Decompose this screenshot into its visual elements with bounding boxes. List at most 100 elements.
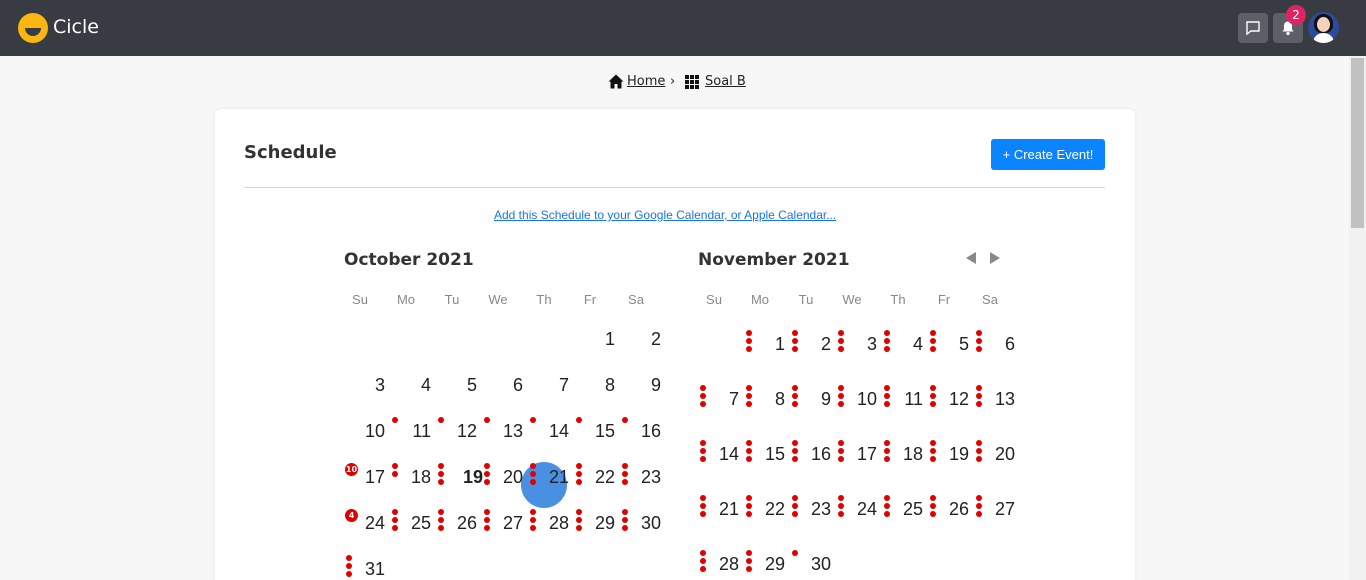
- calendar-day[interactable]: 13: [483, 421, 523, 442]
- event-dot: [884, 330, 890, 336]
- calendar-day[interactable]: 23: [791, 499, 831, 520]
- calendar-day[interactable]: 27: [975, 499, 1015, 520]
- calendar-day[interactable]: 27: [483, 513, 523, 534]
- calendar-day[interactable]: 14: [529, 421, 569, 442]
- event-dot: [976, 456, 982, 462]
- event-dot: [576, 417, 582, 423]
- calendar-day[interactable]: 5: [437, 375, 477, 396]
- event-dot: [346, 555, 352, 561]
- cicle-logo-icon[interactable]: [18, 13, 48, 43]
- calendar-day[interactable]: 5: [929, 334, 969, 355]
- calendar-day[interactable]: 15: [745, 444, 785, 465]
- calendar-day[interactable]: 30: [791, 554, 831, 575]
- calendar-day[interactable]: 9: [791, 389, 831, 410]
- calendar-day[interactable]: 15: [575, 421, 615, 442]
- event-count-badge: 4: [345, 509, 358, 522]
- calendar-day[interactable]: 16: [621, 421, 661, 442]
- event-dot: [746, 456, 752, 462]
- calendar-day[interactable]: 3: [345, 375, 385, 396]
- calendar-day[interactable]: 31: [345, 559, 385, 580]
- calendar-day[interactable]: 7: [529, 375, 569, 396]
- event-dot: [884, 385, 890, 391]
- calendar-day[interactable]: 12: [929, 389, 969, 410]
- event-dot: [930, 448, 936, 454]
- month-title: November 2021: [698, 250, 850, 270]
- calendar-day[interactable]: 20: [975, 444, 1015, 465]
- calendar-day[interactable]: 22: [745, 499, 785, 520]
- event-dot: [838, 456, 844, 462]
- calendar-day[interactable]: 6: [975, 334, 1015, 355]
- calendar-day[interactable]: 11: [883, 389, 923, 410]
- event-dot: [884, 440, 890, 446]
- create-event-button[interactable]: + Create Event!: [991, 139, 1105, 170]
- calendar-day[interactable]: 4: [883, 334, 923, 355]
- event-dot: [346, 563, 352, 569]
- calendar-day[interactable]: 8: [745, 389, 785, 410]
- calendar-day[interactable]: 13: [975, 389, 1015, 410]
- scrollbar-thumb[interactable]: [1351, 58, 1364, 228]
- brand-name[interactable]: Cicle: [53, 16, 99, 38]
- event-dot: [884, 393, 890, 399]
- calendar-day[interactable]: 30: [621, 513, 661, 534]
- event-dot: [392, 463, 398, 469]
- calendar-day[interactable]: 17: [837, 444, 877, 465]
- calendar-day[interactable]: 1: [575, 329, 615, 350]
- event-dot: [700, 495, 706, 501]
- calendar-day[interactable]: 1: [745, 334, 785, 355]
- calendar-day[interactable]: 19: [929, 444, 969, 465]
- calendar-day[interactable]: 22: [575, 467, 615, 488]
- calendar-day[interactable]: 10: [837, 389, 877, 410]
- calendar-day[interactable]: 29: [575, 513, 615, 534]
- calendar-day[interactable]: 11: [391, 421, 431, 442]
- event-dot: [746, 338, 752, 344]
- breadcrumb-current-link[interactable]: Soal B: [705, 74, 746, 89]
- event-dot: [976, 440, 982, 446]
- event-dot: [930, 346, 936, 352]
- breadcrumb-home-link[interactable]: Home: [627, 74, 665, 89]
- calendar-day[interactable]: 10: [345, 421, 385, 442]
- chat-button[interactable]: [1238, 13, 1268, 43]
- next-month-icon[interactable]: [989, 251, 1001, 265]
- event-dot: [438, 517, 444, 523]
- event-dot: [622, 509, 628, 515]
- calendar-day[interactable]: 14: [699, 444, 739, 465]
- calendar-day[interactable]: 12: [437, 421, 477, 442]
- event-dot: [930, 495, 936, 501]
- previous-month-icon[interactable]: [965, 251, 977, 265]
- calendar-day[interactable]: 2: [621, 329, 661, 350]
- event-dot: [976, 448, 982, 454]
- event-dot: [346, 571, 352, 577]
- calendar-day[interactable]: 29: [745, 554, 785, 575]
- calendar-day[interactable]: 18: [883, 444, 923, 465]
- calendar-day[interactable]: 4: [391, 375, 431, 396]
- calendar-day[interactable]: 18: [391, 467, 431, 488]
- calendar-day[interactable]: 2: [791, 334, 831, 355]
- add-to-calendar-link[interactable]: Add this Schedule to your Google Calenda…: [494, 208, 836, 222]
- event-dot: [484, 463, 490, 469]
- calendar-day[interactable]: 8: [575, 375, 615, 396]
- calendar-day[interactable]: 9: [621, 375, 661, 396]
- calendar-day[interactable]: 26: [437, 513, 477, 534]
- user-avatar[interactable]: [1308, 12, 1339, 43]
- calendar-day[interactable]: 23: [621, 467, 661, 488]
- calendar-day[interactable]: 20: [483, 467, 523, 488]
- event-dot: [792, 385, 798, 391]
- calendar-day[interactable]: 6: [483, 375, 523, 396]
- calendar-day[interactable]: 16: [791, 444, 831, 465]
- event-dot: [792, 330, 798, 336]
- calendar-day[interactable]: 19: [443, 467, 483, 488]
- calendar-day[interactable]: 7: [699, 389, 739, 410]
- calendar-day[interactable]: 28: [699, 554, 739, 575]
- event-dot: [576, 525, 582, 531]
- calendar-day[interactable]: 21: [699, 499, 739, 520]
- event-dot: [746, 330, 752, 336]
- event-dot: [746, 503, 752, 509]
- calendar-day[interactable]: 24: [837, 499, 877, 520]
- calendar-day[interactable]: 25: [391, 513, 431, 534]
- calendar-day[interactable]: 25: [883, 499, 923, 520]
- calendar-day[interactable]: 21: [529, 467, 569, 488]
- calendar-day[interactable]: 28: [529, 513, 569, 534]
- calendar-day[interactable]: 3: [837, 334, 877, 355]
- breadcrumb-separator: ›: [670, 74, 676, 89]
- calendar-day[interactable]: 26: [929, 499, 969, 520]
